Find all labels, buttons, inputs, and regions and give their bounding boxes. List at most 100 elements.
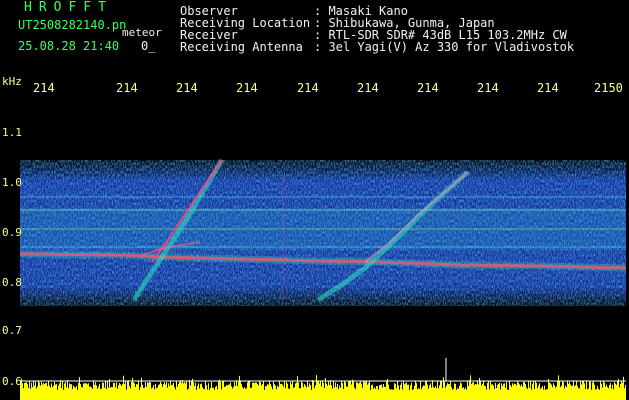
level-bar xyxy=(467,381,468,400)
level-bar xyxy=(470,375,471,400)
level-bar xyxy=(189,380,190,400)
level-bar xyxy=(182,380,183,400)
level-bar xyxy=(605,386,606,400)
level-bar xyxy=(32,387,33,400)
level-bar xyxy=(326,383,327,400)
level-bar xyxy=(339,385,340,400)
level-bar xyxy=(564,388,565,400)
level-bar xyxy=(489,389,490,400)
level-bar xyxy=(210,388,211,400)
level-bar xyxy=(67,380,68,400)
level-bar xyxy=(201,383,202,400)
level-bar xyxy=(146,386,147,400)
level-bar xyxy=(275,385,276,400)
level-bar xyxy=(197,385,198,400)
level-bar xyxy=(539,383,540,400)
level-bar xyxy=(448,384,449,400)
level-bar xyxy=(343,388,344,400)
level-bar xyxy=(484,385,485,400)
level-bar xyxy=(587,389,588,400)
level-bar xyxy=(573,380,574,400)
level-bar xyxy=(488,380,489,400)
level-bar xyxy=(138,380,139,400)
freq-axis-tick: 1.1 xyxy=(2,126,22,139)
level-bar xyxy=(73,385,74,400)
level-bar xyxy=(111,386,112,400)
level-bar xyxy=(423,385,424,400)
level-bar xyxy=(568,383,569,400)
level-bar xyxy=(454,383,455,400)
level-bar xyxy=(170,380,171,400)
level-bar xyxy=(114,383,115,400)
level-bar xyxy=(452,389,453,400)
level-bar xyxy=(269,381,270,400)
level-bar xyxy=(471,384,472,400)
level-bar xyxy=(238,381,239,400)
level-bar xyxy=(352,379,353,400)
time-tick: 214 xyxy=(297,81,319,95)
level-bar xyxy=(401,382,402,400)
level-bar xyxy=(321,386,322,400)
level-bar xyxy=(134,383,135,400)
level-bar xyxy=(165,384,166,400)
level-bar xyxy=(526,387,527,400)
level-bar xyxy=(74,386,75,400)
level-bar xyxy=(257,384,258,400)
level-bar xyxy=(612,384,613,400)
level-bar xyxy=(505,387,506,400)
level-bar xyxy=(350,381,351,400)
level-bar xyxy=(324,387,325,400)
level-bar xyxy=(366,381,367,400)
level-bar xyxy=(607,387,608,400)
level-bar xyxy=(77,389,78,400)
level-bar xyxy=(217,389,218,400)
level-bar xyxy=(240,380,241,400)
level-bar xyxy=(598,388,599,400)
level-bar xyxy=(237,386,238,400)
level-bar xyxy=(280,383,281,400)
level-bar xyxy=(385,387,386,400)
level-bar xyxy=(353,381,354,400)
level-bar xyxy=(232,388,233,400)
level-bar xyxy=(331,385,332,400)
level-bar xyxy=(569,381,570,400)
level-bar xyxy=(491,384,492,400)
level-bar xyxy=(69,383,70,400)
level-bar xyxy=(205,381,206,400)
level-bar xyxy=(180,380,181,400)
level-bar xyxy=(30,388,31,400)
level-bar xyxy=(525,384,526,400)
level-bar xyxy=(597,385,598,400)
level-bar xyxy=(54,381,55,400)
antenna-value: : 3el Yagi(V) Az 330 for Vladivostok xyxy=(314,40,575,54)
level-bar xyxy=(187,389,188,400)
level-bar xyxy=(551,384,552,400)
level-bar xyxy=(256,382,257,400)
level-bar xyxy=(119,383,120,400)
level-bar xyxy=(530,380,531,400)
level-bar xyxy=(131,382,132,400)
level-bar xyxy=(596,389,597,400)
level-bar xyxy=(380,384,381,400)
level-bar xyxy=(144,387,145,400)
level-bar xyxy=(253,382,254,400)
level-bar xyxy=(42,384,43,400)
level-bar xyxy=(570,384,571,400)
level-bar xyxy=(416,383,417,400)
level-bar xyxy=(408,384,409,400)
level-bar xyxy=(60,380,61,400)
level-bar xyxy=(273,381,274,400)
level-bar xyxy=(621,380,622,400)
level-bar xyxy=(271,386,272,400)
level-bar xyxy=(328,381,329,400)
level-bar xyxy=(95,381,96,400)
level-bar xyxy=(594,384,595,400)
level-bar xyxy=(449,384,450,400)
level-bar xyxy=(373,388,374,400)
level-bar xyxy=(290,382,291,400)
level-bar xyxy=(246,388,247,400)
level-bar xyxy=(434,387,435,400)
level-bar xyxy=(36,388,37,400)
level-bar xyxy=(122,384,123,400)
level-bar xyxy=(553,383,554,400)
